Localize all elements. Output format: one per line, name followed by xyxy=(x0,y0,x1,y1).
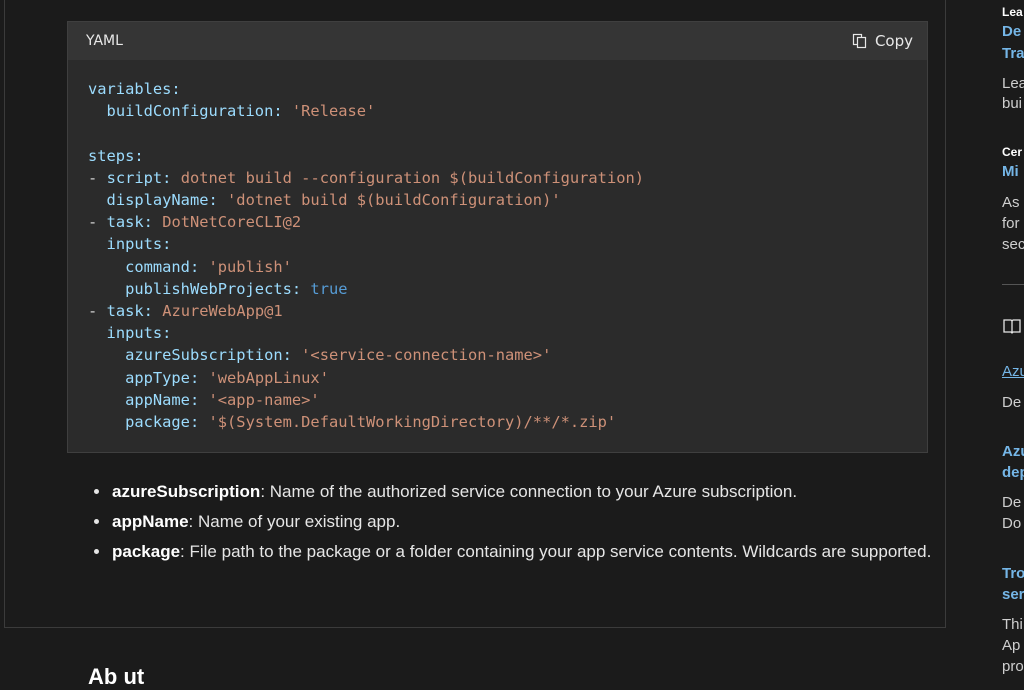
sidebar-label: Lea xyxy=(1002,5,1023,19)
sidebar-divider xyxy=(1002,284,1024,285)
book-icon xyxy=(1003,319,1021,334)
code-language-label: YAML xyxy=(86,33,123,49)
sidebar-link[interactable]: Azu xyxy=(1002,363,1024,380)
list-item: package: File path to the package or a f… xyxy=(111,537,941,567)
sidebar-text: for xyxy=(1002,215,1020,232)
copy-button[interactable]: Copy xyxy=(852,32,913,50)
sidebar-text: bui xyxy=(1002,95,1023,112)
code-header: YAML Copy xyxy=(68,22,927,60)
section-heading: Ab ut xyxy=(88,664,145,689)
parameter-list: azureSubscription: Name of the authorize… xyxy=(92,477,941,567)
sidebar-text: Thi xyxy=(1002,616,1023,633)
list-item: azureSubscription: Name of the authorize… xyxy=(111,477,941,507)
sidebar-link[interactable]: De xyxy=(1002,23,1021,40)
sidebar-link[interactable]: ser xyxy=(1002,586,1024,603)
sidebar-text: De xyxy=(1002,494,1022,511)
sidebar-text: Ap xyxy=(1002,637,1021,654)
sidebar-link[interactable]: dep xyxy=(1002,464,1024,481)
sidebar-text: sec xyxy=(1002,236,1024,253)
sidebar-text: As xyxy=(1002,194,1020,211)
sidebar-text: Do xyxy=(1002,515,1022,532)
sidebar-text: De xyxy=(1002,394,1022,411)
sidebar-text: pro xyxy=(1002,658,1024,675)
sidebar-text: Lea xyxy=(1002,75,1024,92)
copy-label: Copy xyxy=(874,32,913,50)
code-block: YAML Copy variables: buildConfiguration:… xyxy=(67,21,928,453)
sidebar-label: Cer xyxy=(1002,145,1023,159)
sidebar-link[interactable]: Tro xyxy=(1002,565,1024,582)
list-item: appName: Name of your existing app. xyxy=(111,507,941,537)
sidebar-link[interactable]: Tra xyxy=(1002,45,1024,62)
right-sidebar: Lea De Tra Lea bui Cer Mi As for sec Azu… xyxy=(1002,0,1024,675)
sidebar-link[interactable]: Azu xyxy=(1002,443,1024,460)
copy-icon xyxy=(852,33,867,49)
sidebar-link[interactable]: Mi xyxy=(1002,163,1019,180)
code-content: variables: buildConfiguration: 'Release'… xyxy=(88,80,645,432)
